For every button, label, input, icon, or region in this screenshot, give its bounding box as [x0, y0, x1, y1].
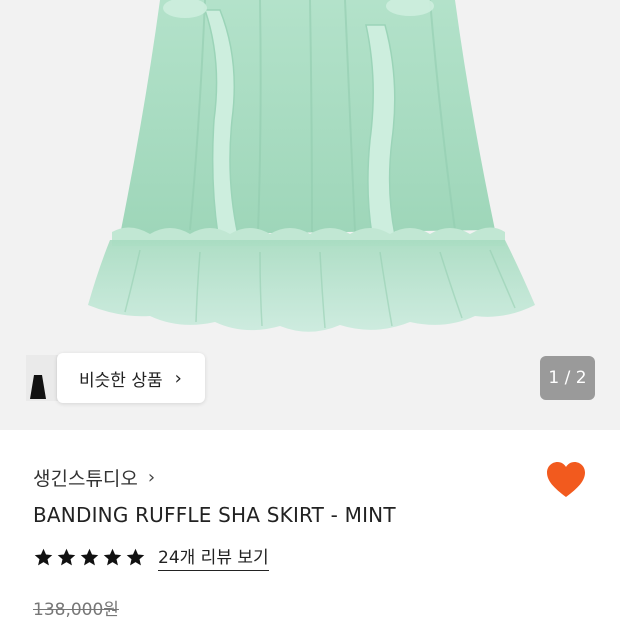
rating-row: 24개 리뷰 보기: [33, 543, 269, 571]
similar-products-label: 비슷한 상품: [79, 370, 163, 391]
image-pager-badge: 1 / 2: [540, 356, 595, 400]
star-icon: [57, 548, 76, 565]
star-icon: [80, 548, 99, 565]
star-icon: [34, 548, 53, 565]
brand-name: 생긴스튜디오: [33, 468, 138, 490]
chevron-right-icon: ›: [147, 467, 156, 488]
similar-products-button[interactable]: 비슷한 상품 ›: [57, 353, 205, 403]
chevron-right-icon: ›: [174, 367, 182, 389]
product-image-gallery[interactable]: 비슷한 상품 › 1 / 2: [0, 0, 620, 430]
star-rating: [33, 547, 146, 568]
review-link[interactable]: 24개 리뷰 보기: [158, 543, 269, 571]
thumbnail-black[interactable]: [26, 355, 56, 401]
brand-link[interactable]: 생긴스튜디오 ›: [33, 464, 155, 491]
original-price: 138,000원: [33, 600, 119, 620]
star-icon: [126, 548, 145, 565]
product-name: BANDING RUFFLE SHA SKIRT - MINT: [33, 503, 396, 527]
product-info: 생긴스튜디오 › BANDING RUFFLE SHA SKIRT - MINT…: [0, 430, 620, 620]
pager-text: 1 / 2: [548, 368, 587, 388]
heart-icon[interactable]: [545, 460, 587, 500]
star-icon: [103, 548, 122, 565]
